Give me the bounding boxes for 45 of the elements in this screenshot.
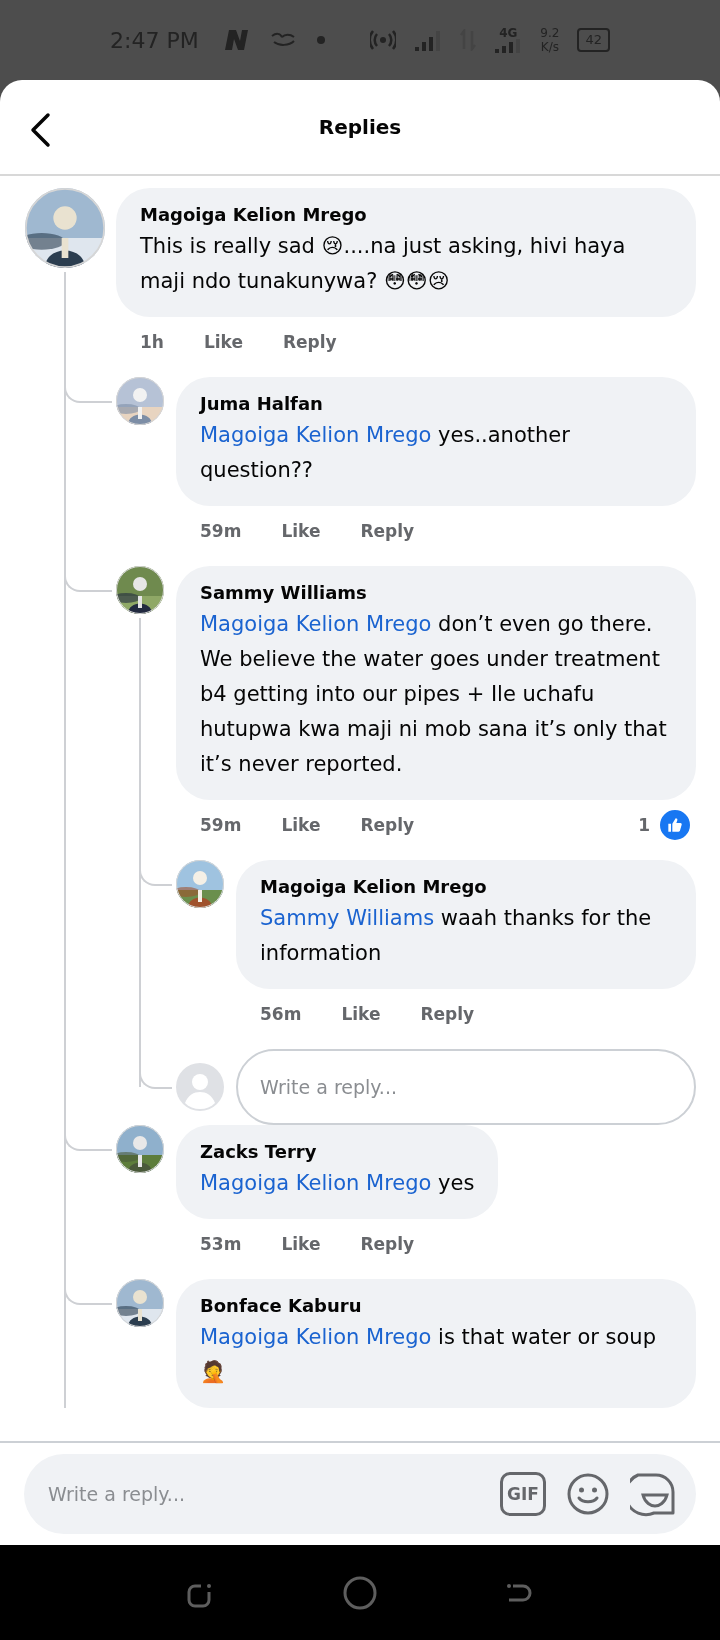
mention-link[interactable]: Sammy Williams — [260, 906, 435, 930]
like-button[interactable]: Like — [203, 332, 243, 352]
dot-icon — [316, 36, 325, 44]
like-button[interactable]: Like — [281, 521, 321, 541]
mention-link[interactable]: Magoiga Kelion Mrego — [200, 1171, 432, 1195]
reply-button[interactable]: Reply — [360, 1234, 415, 1254]
comment-time: 59m — [200, 815, 242, 835]
sticker-button[interactable] — [630, 1471, 676, 1517]
signal-icon — [414, 29, 443, 51]
comment-text: This is really sad 😢....na just asking, hivi haya maji ndo tunakunywa? 😳😳😢 — [140, 233, 627, 295]
author-name[interactable]: Bonface Kaburu — [200, 1295, 672, 1316]
comment-text: Magoiga Kelion Mrego yes — [200, 1170, 475, 1197]
hotspot-icon — [370, 29, 397, 51]
comment-time: 1h — [140, 332, 164, 352]
like-button[interactable]: Like — [341, 1004, 381, 1024]
comment-time: 53m — [200, 1234, 242, 1254]
comment-text: Magoiga Kelion Mrego is that water or soup 🤦 — [200, 1324, 657, 1386]
author-name[interactable]: Sammy Williams — [200, 582, 672, 603]
mention-link[interactable]: Magoiga Kelion Mrego — [200, 423, 432, 447]
comment-time: 56m — [260, 1004, 302, 1024]
like-button[interactable]: Like — [281, 815, 321, 835]
author-name[interactable]: Juma Halfan — [200, 393, 672, 414]
reply-composer[interactable]: Write a reply... GIF — [24, 1454, 696, 1534]
like-button[interactable]: Like — [281, 1234, 321, 1254]
comment-text: Magoiga Kelion Mrego yes..another question?? — [200, 422, 571, 484]
reply-button[interactable]: Reply — [283, 332, 337, 352]
home-icon[interactable] — [342, 1574, 378, 1611]
reply-button[interactable]: Reply — [420, 1004, 475, 1024]
mention-link[interactable]: Magoiga Kelion Mrego — [200, 1325, 432, 1349]
reaction-count: 1 — [638, 815, 650, 835]
comment-text: Sammy Williams waah thanks for the information — [260, 905, 653, 967]
comment-time: 59m — [200, 521, 242, 541]
emoji-button[interactable] — [566, 1472, 610, 1516]
reply-button[interactable]: Reply — [360, 521, 415, 541]
author-name[interactable]: Magoiga Kelion Mrego — [140, 204, 672, 225]
gif-button[interactable]: GIF — [500, 1472, 546, 1516]
comment-text: Magoiga Kelion Mrego don’t even go there. We believe the water goes under treatment b4 getting into our pipes + Ile uchafu hutupwa kwa maji ni mob sana it’s only that it’s never reported. — [200, 611, 668, 778]
header-title: Replies — [318, 115, 402, 139]
author-name[interactable]: Magoiga Kelion Mrego — [260, 876, 672, 897]
signal-icon — [494, 39, 523, 53]
reply-field[interactable]: Write a reply... — [236, 1049, 696, 1125]
mention-link[interactable]: Magoiga Kelion Mrego — [200, 612, 432, 636]
author-name[interactable]: Zacks Terry — [200, 1141, 475, 1162]
reply-button[interactable]: Reply — [360, 815, 415, 835]
user-icon — [176, 1063, 224, 1111]
